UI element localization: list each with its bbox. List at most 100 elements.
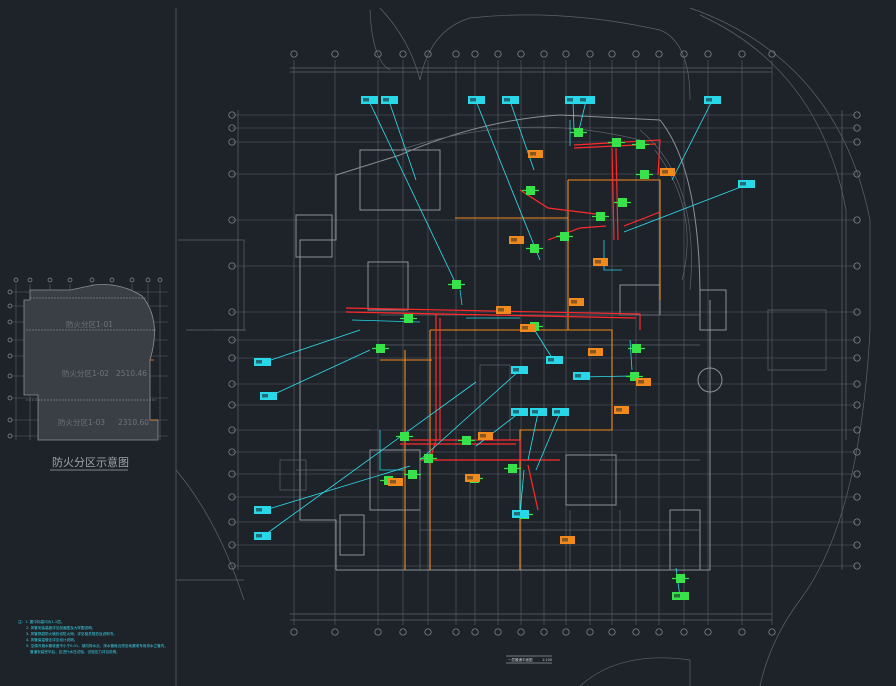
legend-grid-bubble <box>89 277 95 283</box>
equipment-tag-code <box>740 182 746 186</box>
grid-bubble-bottom <box>494 628 502 636</box>
grid-bubble-top <box>540 50 548 58</box>
legend-grid-bubble <box>7 337 13 343</box>
zone-tag-code <box>530 152 536 156</box>
fire-zone-tags[interactable] <box>388 150 675 544</box>
note-line-5: 管道安装完毕后，应进行水压试验，试验压力详见说明。 <box>30 649 120 654</box>
grid-bubble-top <box>704 50 712 58</box>
leader-line <box>509 100 535 171</box>
axis-grid-bubbles <box>228 50 861 636</box>
leader-line <box>475 100 541 261</box>
grid-bubble-top <box>655 50 663 58</box>
equipment-tag-code <box>548 358 554 362</box>
grid-bubble-top <box>680 50 688 58</box>
equipment-tag-code <box>513 368 519 372</box>
leader-line <box>572 100 575 131</box>
legend-grid-bubble <box>13 277 19 283</box>
grid-bubble-top <box>399 50 407 58</box>
grid-bubble-bottom <box>471 628 479 636</box>
equipment-tag-code <box>575 374 581 378</box>
equipment-tag-code <box>567 98 573 102</box>
drawing-notes: 注：1. 图中标高均为1-1层。 2. 风管安装高度详见剖面图及大样图说明。 3… <box>18 619 168 654</box>
leader-line <box>531 325 555 362</box>
leader-line <box>623 184 747 233</box>
grid-bubble-top <box>452 50 460 58</box>
grid-bubble-top <box>424 50 432 58</box>
grid-bubble-bottom <box>655 628 663 636</box>
legend-zone-3: 防火分区1-03 <box>58 417 105 427</box>
leader-line <box>261 465 411 512</box>
grid-bubble-bottom <box>399 628 407 636</box>
equipment-tag-code <box>256 360 262 364</box>
leader-line <box>671 100 713 181</box>
legend-grid-bubble <box>145 277 151 283</box>
legend-grid-bubble <box>7 417 13 423</box>
zone-tag-code <box>571 300 577 304</box>
legend-grid-bubble <box>7 373 13 379</box>
floor-plan-svg[interactable]: 防火分区1-01 防火分区1-02 2510.46 防火分区1-03 2310.… <box>0 0 896 686</box>
grid-bubble-top <box>517 50 525 58</box>
grid-bubble-top <box>374 50 382 58</box>
equipment-tag-code <box>706 98 712 102</box>
equipment-tag-code <box>504 98 510 102</box>
grid-bubble-bottom <box>586 628 594 636</box>
grid-bubble-bottom <box>562 628 570 636</box>
grid-bubble-top <box>331 50 339 58</box>
legend-zone-1: 防火分区1-01 <box>66 319 113 329</box>
grid-bubble-bottom <box>540 628 548 636</box>
grid-bubble-top <box>494 50 502 58</box>
legend-grid-bubble <box>47 277 53 283</box>
zone-tag-code <box>595 260 601 264</box>
legend-title: 防火分区示意图 <box>52 455 129 469</box>
equipment-tag-code <box>580 98 586 102</box>
leader-line <box>368 100 457 285</box>
fire-zone-key-plan: 防火分区1-01 防火分区1-02 2510.46 防火分区1-03 2310.… <box>7 277 168 471</box>
legend-grid-bubble <box>67 277 73 283</box>
zone-tag-code <box>662 170 668 174</box>
equipment-tag-code <box>513 410 519 414</box>
legend-grid-bubble <box>157 277 163 283</box>
equipment-tag-code <box>256 534 262 538</box>
leader-line <box>535 412 561 471</box>
legend-zone-3-area: 2310.60 <box>118 418 149 427</box>
grid-bubble-bottom <box>680 628 688 636</box>
legend-grid-bubble <box>109 277 115 283</box>
equipment-tag-code <box>514 512 520 516</box>
leader-line <box>267 349 371 398</box>
site-boundary <box>175 7 871 686</box>
grid-bubble-top <box>608 50 616 58</box>
legend-grid-bubble <box>129 277 135 283</box>
grid-bubble-bottom <box>374 628 382 636</box>
grid-bubble-bottom <box>608 628 616 636</box>
grid-bubble-top <box>290 50 298 58</box>
equipment-tag-code <box>554 410 560 414</box>
zone-tag-code <box>638 380 644 384</box>
equipment-tag-code <box>256 508 262 512</box>
note-line-2: 3. 风管穿越防火墙处设防火阀，详见相关规范及说明书。 <box>26 631 117 636</box>
legend-grid-bubble <box>7 353 13 359</box>
note-line-1: 2. 风管安装高度详见剖面图及大样图说明。 <box>26 625 95 630</box>
leader-line <box>419 370 520 461</box>
equipment-tag-code <box>674 594 680 598</box>
leader-line <box>527 412 539 461</box>
legend-grid-bubble <box>27 277 33 283</box>
leader-line <box>475 412 520 447</box>
zone-tag-code <box>590 350 596 354</box>
zone-tag-code <box>511 238 517 242</box>
leader-line <box>388 100 417 181</box>
equipment-tag-code <box>262 394 268 398</box>
legend-grid-bubble <box>7 319 13 325</box>
cad-drawing-canvas[interactable]: 防火分区1-01 防火分区1-02 2510.46 防火分区1-03 2310.… <box>0 0 896 686</box>
grid-bubble-bottom <box>632 628 640 636</box>
zone-tag-code <box>616 408 622 412</box>
legend-grid-bubble <box>7 303 13 309</box>
equipment-tag-code <box>363 98 369 102</box>
legend-zone-2-area: 2510.46 <box>116 369 147 378</box>
legend-grid-bubble <box>7 289 13 295</box>
equipment-tag-code <box>470 98 476 102</box>
legend-grid-bubble <box>7 395 13 401</box>
grid-bubble-top <box>632 50 640 58</box>
note-line-0: 注：1. 图中标高均为1-1层。 <box>18 619 64 624</box>
drawing-scale: 1:100 <box>542 658 552 662</box>
legend-grid-bubble <box>7 433 13 439</box>
